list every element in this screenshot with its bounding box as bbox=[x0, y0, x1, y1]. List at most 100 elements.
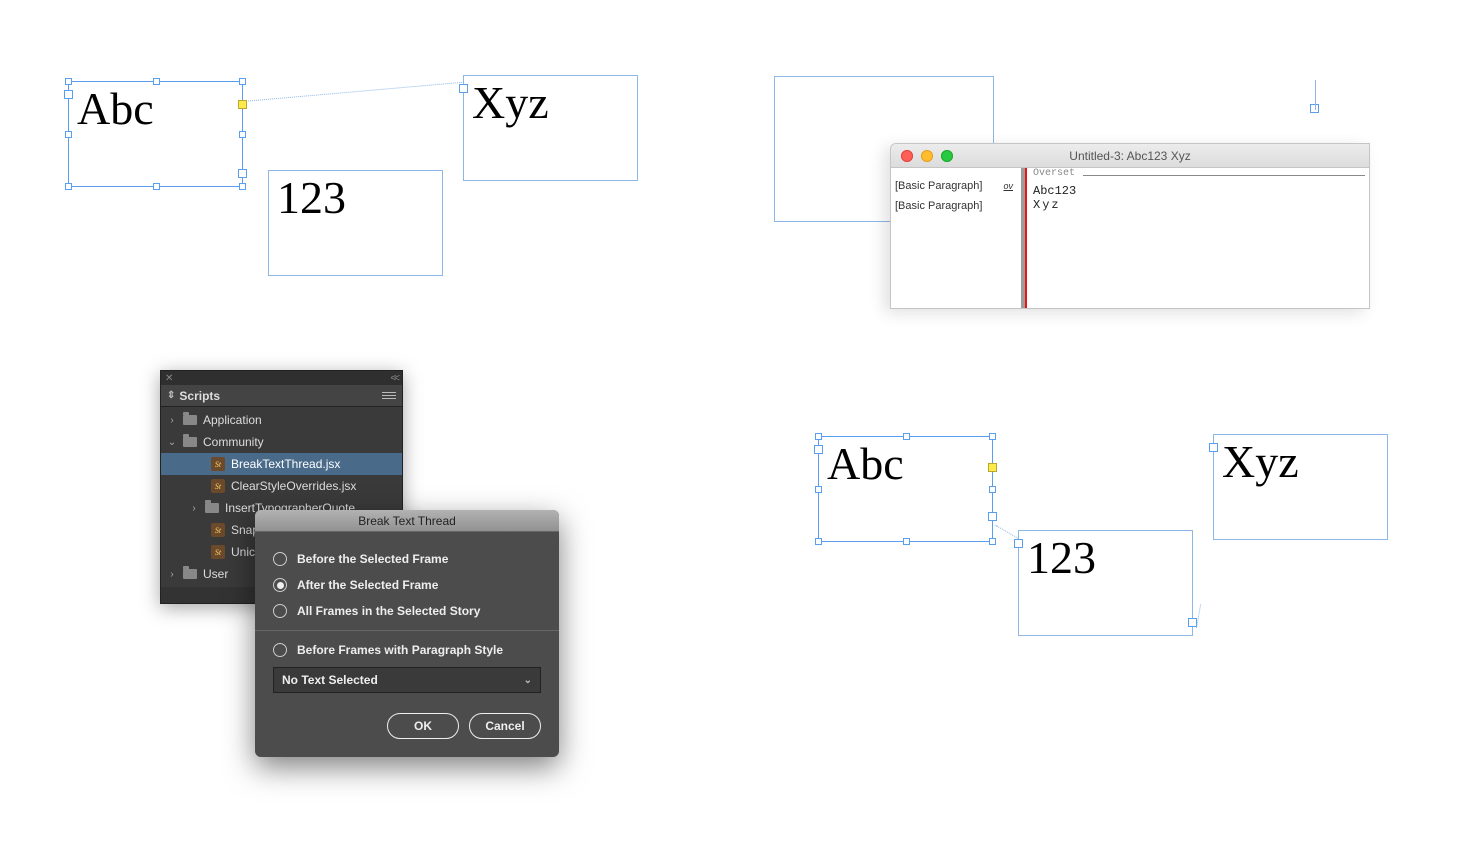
out-port[interactable] bbox=[988, 512, 997, 521]
selection-handle[interactable] bbox=[239, 183, 246, 190]
close-icon[interactable] bbox=[901, 150, 913, 162]
folder-label: User bbox=[203, 567, 228, 581]
dialog-title: Break Text Thread bbox=[255, 510, 559, 532]
radio-icon[interactable] bbox=[273, 604, 287, 618]
in-port[interactable] bbox=[814, 445, 823, 454]
story-editor-window[interactable]: Untitled-3: Abc123 Xyz [Basic Paragraph]… bbox=[890, 143, 1370, 309]
chevron-right-icon[interactable]: › bbox=[189, 503, 199, 514]
out-port-overset[interactable] bbox=[238, 100, 247, 109]
top-right-story-editor: Untitled-3: Abc123 Xyz [Basic Paragraph]… bbox=[770, 70, 1370, 330]
panel-title: Scripts bbox=[179, 389, 220, 403]
overset-divider-line bbox=[1083, 175, 1365, 176]
folder-icon bbox=[183, 569, 197, 579]
folder-icon bbox=[183, 415, 197, 425]
override-indicator: ov bbox=[1003, 181, 1013, 191]
text-frame-xyz[interactable]: Xyz bbox=[1213, 434, 1388, 540]
in-port[interactable] bbox=[1209, 443, 1218, 452]
text-frame-xyz[interactable]: Xyz bbox=[463, 75, 638, 181]
selection-handle[interactable] bbox=[989, 538, 996, 545]
in-port[interactable] bbox=[64, 90, 73, 99]
zoom-icon[interactable] bbox=[941, 150, 953, 162]
close-icon[interactable]: ✕ bbox=[165, 373, 173, 384]
radio-before-selected[interactable]: Before the Selected Frame bbox=[273, 546, 541, 572]
selection-handle[interactable] bbox=[65, 78, 72, 85]
top-left-canvas: Abc 123 Xyz bbox=[60, 75, 680, 305]
frame-text: Xyz bbox=[1222, 436, 1299, 487]
story-editor-body: [Basic Paragraph] ov [Basic Paragraph] O… bbox=[891, 168, 1369, 308]
selection-handle[interactable] bbox=[815, 538, 822, 545]
frame-text: Xyz bbox=[472, 77, 549, 128]
selection-handle[interactable] bbox=[903, 433, 910, 440]
selection-handle[interactable] bbox=[903, 538, 910, 545]
thread-line bbox=[243, 81, 470, 102]
out-port[interactable] bbox=[238, 169, 247, 178]
script-label: ClearStyleOverrides.jsx bbox=[231, 479, 356, 493]
story-line[interactable]: Abc123 bbox=[1033, 184, 1363, 198]
chevron-down-icon[interactable]: ⌄ bbox=[167, 437, 177, 448]
chevron-down-icon: ⌄ bbox=[524, 675, 532, 686]
dropdown-value: No Text Selected bbox=[282, 673, 378, 687]
chevron-right-icon[interactable]: › bbox=[167, 569, 177, 580]
radio-after-selected[interactable]: After the Selected Frame bbox=[273, 572, 541, 598]
paragraph-style-column: [Basic Paragraph] ov [Basic Paragraph] bbox=[891, 168, 1021, 308]
panel-menu-icon[interactable] bbox=[382, 392, 396, 399]
minimize-icon[interactable] bbox=[921, 150, 933, 162]
divider bbox=[255, 630, 559, 631]
button-label: OK bbox=[414, 719, 432, 733]
panel-tab[interactable]: ⇕ Scripts bbox=[161, 385, 402, 407]
folder-application[interactable]: › Application bbox=[161, 409, 402, 431]
radio-all-frames[interactable]: All Frames in the Selected Story bbox=[273, 598, 541, 624]
script-icon: St bbox=[211, 479, 225, 493]
panel-top-bar[interactable]: ✕ << bbox=[161, 371, 402, 385]
selection-handle[interactable] bbox=[239, 131, 246, 138]
selection-handle[interactable] bbox=[153, 183, 160, 190]
selection-handle[interactable] bbox=[989, 433, 996, 440]
folder-icon bbox=[183, 437, 197, 447]
selection-handle[interactable] bbox=[815, 433, 822, 440]
cancel-button[interactable]: Cancel bbox=[469, 713, 541, 739]
script-icon: St bbox=[211, 523, 225, 537]
break-text-thread-dialog[interactable]: Break Text Thread Before the Selected Fr… bbox=[255, 510, 559, 757]
script-icon: St bbox=[211, 457, 225, 471]
button-label: Cancel bbox=[485, 719, 524, 733]
selection-handle[interactable] bbox=[65, 131, 72, 138]
frame-text: Abc bbox=[827, 438, 904, 489]
selection-handle[interactable] bbox=[65, 183, 72, 190]
script-item-breaktextthread[interactable]: St BreakTextThread.jsx bbox=[161, 453, 402, 475]
text-frame-abc[interactable]: Abc bbox=[818, 436, 993, 542]
folder-label: Application bbox=[203, 413, 262, 427]
window-titlebar[interactable]: Untitled-3: Abc123 Xyz bbox=[891, 144, 1369, 168]
radio-icon[interactable] bbox=[273, 578, 287, 592]
radio-icon[interactable] bbox=[273, 643, 287, 657]
window-title: Untitled-3: Abc123 Xyz bbox=[891, 149, 1369, 163]
story-text-column[interactable]: Overset Abc123 Xyz bbox=[1027, 168, 1369, 308]
in-port[interactable] bbox=[1014, 539, 1023, 548]
out-port-overset[interactable] bbox=[988, 463, 997, 472]
text-frame-123[interactable]: 123 bbox=[268, 170, 443, 276]
selection-handle[interactable] bbox=[989, 486, 996, 493]
selection-handle[interactable] bbox=[815, 486, 822, 493]
chevron-right-icon[interactable]: › bbox=[167, 415, 177, 426]
script-item[interactable]: St ClearStyleOverrides.jsx bbox=[161, 475, 402, 497]
collapse-icon[interactable]: << bbox=[390, 373, 398, 384]
in-port[interactable] bbox=[459, 84, 468, 93]
selection-handle[interactable] bbox=[153, 78, 160, 85]
text-frame-123[interactable]: 123 bbox=[1018, 530, 1193, 636]
text-frame-abc[interactable]: Abc bbox=[68, 81, 243, 187]
folder-community[interactable]: ⌄ Community bbox=[161, 431, 402, 453]
folder-label: Community bbox=[203, 435, 264, 449]
sort-icon[interactable]: ⇕ bbox=[167, 393, 175, 399]
radio-label: After the Selected Frame bbox=[297, 578, 438, 592]
folder-icon bbox=[205, 503, 219, 513]
ok-button[interactable]: OK bbox=[387, 713, 459, 739]
radio-icon[interactable] bbox=[273, 552, 287, 566]
thread-line bbox=[996, 525, 1019, 539]
selection-handle[interactable] bbox=[239, 78, 246, 85]
para-style-dropdown[interactable]: No Text Selected ⌄ bbox=[273, 667, 541, 693]
thread-connector bbox=[1315, 80, 1316, 110]
para-style-label: [Basic Paragraph] bbox=[895, 180, 982, 192]
story-line[interactable]: Xyz bbox=[1033, 198, 1363, 212]
radio-label: All Frames in the Selected Story bbox=[297, 604, 480, 618]
radio-label: Before Frames with Paragraph Style bbox=[297, 643, 503, 657]
radio-before-para-style[interactable]: Before Frames with Paragraph Style bbox=[273, 637, 541, 663]
